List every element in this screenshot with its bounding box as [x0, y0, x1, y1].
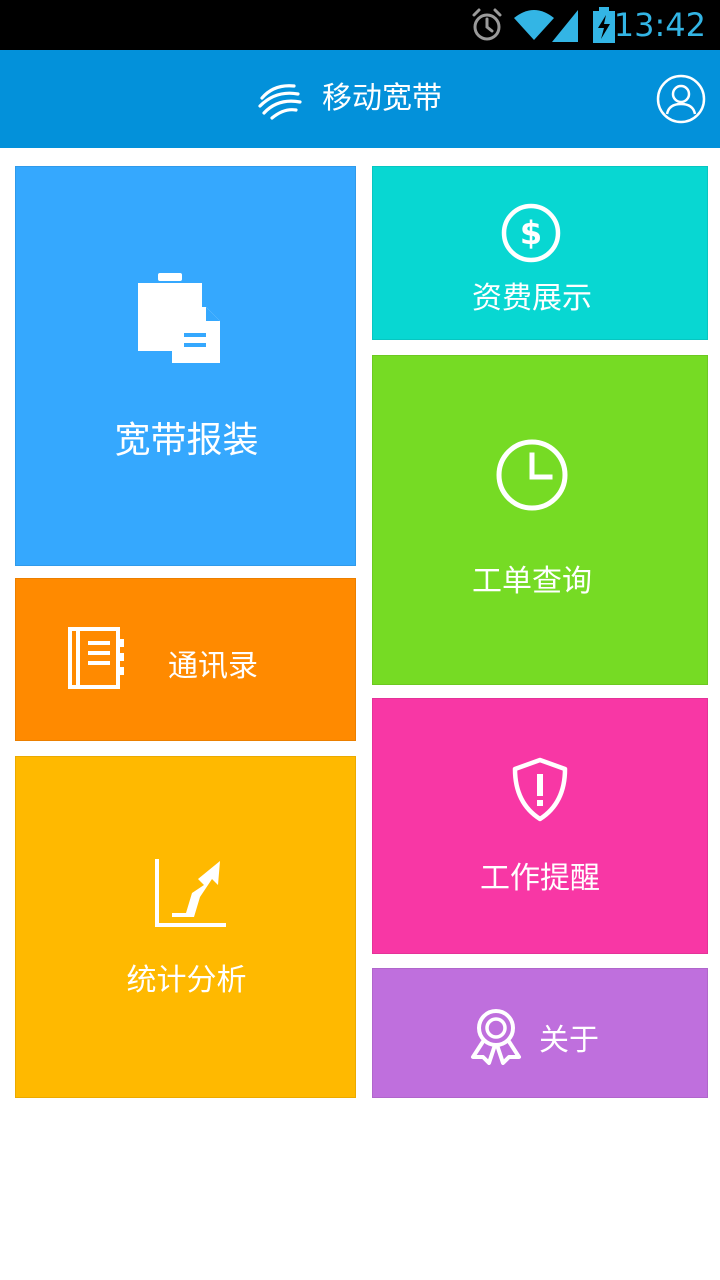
tile-label-work-reminder: 工作提醒: [480, 861, 600, 896]
status-bar: 13:42: [0, 0, 720, 50]
tile-contacts[interactable]: 通讯录: [15, 578, 356, 741]
tile-label-statistics: 统计分析: [126, 963, 247, 998]
tile-label-work-order-query: 工单查询: [472, 564, 592, 599]
cell-signal-icon: [550, 6, 580, 44]
tile-tariff-display[interactable]: $ 资费展示: [372, 166, 708, 340]
china-mobile-logo-icon: [256, 76, 304, 124]
app-bar: 移动宽带: [0, 50, 720, 148]
tile-about[interactable]: 关于: [372, 968, 708, 1098]
tile-label-broadband-install: 宽带报装: [114, 420, 259, 461]
tile-label-tariff-display: 资费展示: [472, 281, 592, 316]
svg-text:$: $: [520, 214, 542, 252]
shield-alert-icon: [511, 757, 569, 823]
tile-label-about: 关于: [539, 1023, 599, 1058]
user-profile-button[interactable]: [656, 74, 706, 124]
tile-label-contacts: 通讯录: [168, 649, 258, 684]
tile-broadband-install[interactable]: 宽带报装: [15, 166, 356, 566]
tile-work-reminder[interactable]: 工作提醒: [372, 698, 708, 954]
user-profile-icon: [656, 74, 706, 124]
award-ribbon-icon: [469, 1007, 523, 1065]
alarm-icon: [468, 6, 506, 44]
trend-chart-icon: [154, 857, 228, 929]
tile-statistics[interactable]: 统计分析: [15, 756, 356, 1098]
tile-work-order-query[interactable]: 工单查询: [372, 355, 708, 685]
app-title: 移动宽带: [322, 81, 442, 116]
clock-icon: [495, 438, 569, 512]
clipboard-document-icon: [134, 271, 222, 363]
status-time: 13:42: [613, 6, 706, 44]
address-book-icon: [68, 627, 126, 689]
dollar-circle-icon: $: [501, 203, 561, 263]
